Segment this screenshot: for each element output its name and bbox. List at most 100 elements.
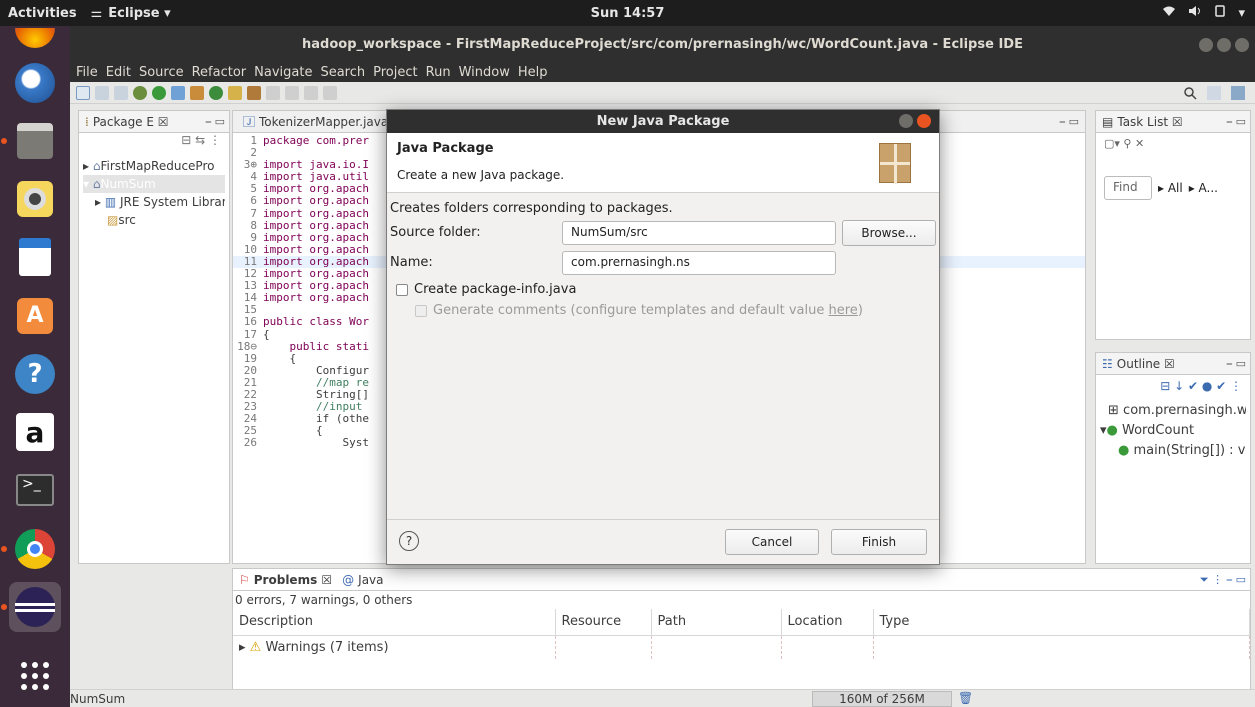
generate-comments-checkbox[interactable]: Generate comments (configure templates a… — [415, 303, 863, 318]
problems-view-controls[interactable]: ⏷ ⋮ ⎯ ▭ — [1200, 573, 1246, 587]
java-perspective-icon[interactable] — [1231, 86, 1245, 100]
save-all-icon[interactable] — [114, 85, 128, 100]
javadoc-icon: @ — [342, 572, 355, 587]
dock-show-applications[interactable] — [9, 652, 61, 701]
dock-files[interactable] — [1, 116, 61, 165]
view-menu-icon[interactable]: ⋮ — [209, 133, 221, 147]
column-path[interactable]: Path — [651, 609, 782, 636]
maximize-button[interactable] — [1217, 38, 1231, 52]
dock-writer[interactable] — [9, 233, 61, 282]
back-icon[interactable] — [285, 85, 299, 100]
run-icon[interactable] — [152, 85, 166, 100]
link-editor-icon[interactable]: ⇆ — [195, 133, 205, 147]
column-location[interactable]: Location — [781, 609, 874, 636]
window-titlebar[interactable]: hadoop_workspace - FirstMapReduceProject… — [70, 26, 1255, 62]
help-icon[interactable]: ? — [399, 531, 419, 551]
menu-search[interactable]: Search — [320, 65, 365, 80]
package-explorer-tab[interactable]: ⁞ Package E ☒ ⎯ ▭ — [79, 111, 229, 133]
system-tray[interactable]: ▾ — [1162, 5, 1245, 21]
open-type-icon[interactable] — [228, 85, 242, 100]
dock-software[interactable]: A — [9, 291, 61, 340]
dock-help[interactable]: ? — [9, 349, 61, 398]
outline-filter-icons[interactable]: ⊟ ↓ ✔ ● ✔ ⋮ — [1160, 379, 1242, 393]
collapse-all-icon[interactable]: ⊟ — [181, 133, 191, 147]
dock-rhythmbox[interactable] — [9, 174, 61, 223]
tree-item-src[interactable]: ▨src — [83, 211, 225, 229]
browse-button[interactable]: Browse... — [842, 220, 936, 246]
configure-here-link[interactable]: here — [829, 303, 858, 318]
table-row[interactable]: ▸ ⚠ Warnings (7 items) — [233, 635, 1250, 659]
menu-navigate[interactable]: Navigate — [254, 65, 312, 80]
outline-tab[interactable]: ☷ Outline ☒ ⎯ ▭ — [1096, 353, 1250, 375]
menu-run[interactable]: Run — [426, 65, 451, 80]
editor-tab-tokenizer[interactable]: 🄹 TokenizerMapper.java — [237, 113, 394, 130]
new-task-icon[interactable]: ▢▾ — [1104, 137, 1120, 150]
debug-icon[interactable] — [133, 85, 147, 100]
dock-amazon[interactable]: a — [9, 408, 61, 457]
menu-project[interactable]: Project — [373, 65, 417, 80]
activities-button[interactable]: Activities — [0, 6, 85, 21]
view-controls[interactable]: ⎯ ▭ — [1227, 115, 1246, 129]
view-controls[interactable]: ⎯ ▭ — [1227, 357, 1246, 371]
column-type[interactable]: Type — [873, 609, 1250, 636]
view-controls[interactable]: ⎯ ▭ — [206, 115, 225, 129]
menu-edit[interactable]: Edit — [106, 65, 131, 80]
filter-activate-link[interactable]: ▸ A... — [1189, 181, 1218, 195]
expand-icon[interactable]: ▸ — [239, 640, 246, 655]
tab-javadoc[interactable]: @ Java — [342, 573, 383, 587]
column-description[interactable]: Description — [233, 609, 556, 636]
heap-status[interactable]: 160M of 256M — [812, 691, 952, 707]
editor-view-controls[interactable]: ⎯ ▭ — [1060, 115, 1079, 129]
finish-button[interactable]: Finish — [831, 529, 927, 555]
pin-icon[interactable] — [323, 85, 337, 100]
dialog-description: Creates folders corresponding to package… — [390, 201, 673, 216]
dock-firefox[interactable] — [9, 28, 61, 49]
search-icon[interactable] — [247, 85, 261, 100]
dialog-maximize-button[interactable] — [899, 114, 913, 128]
menu-window[interactable]: Window — [459, 65, 510, 80]
clock[interactable]: Sun 14:57 — [0, 6, 1255, 21]
dock-chrome[interactable] — [1, 524, 61, 573]
code-text: package com.prer — [263, 134, 369, 147]
new-package-icon[interactable] — [190, 85, 204, 100]
tab-problems[interactable]: ⚐ Problems ☒ — [239, 573, 332, 587]
help-icon: ? — [15, 353, 55, 394]
app-menu[interactable]: ⚌ Eclipse ▾ — [85, 6, 177, 21]
menu-refactor[interactable]: Refactor — [192, 65, 247, 80]
dock-terminal[interactable]: >_ — [9, 466, 61, 515]
collapse-icon[interactable]: ✕ — [1135, 137, 1144, 150]
outline-item-method[interactable]: ● main(String[]) : vc — [1100, 441, 1246, 461]
filter-all-link[interactable]: ▸ All — [1158, 181, 1183, 195]
save-icon[interactable] — [95, 85, 109, 100]
minimize-button[interactable] — [1199, 38, 1213, 52]
dock-eclipse[interactable] — [1, 582, 61, 632]
menu-file[interactable]: File — [76, 65, 98, 80]
filter-icon[interactable]: ⚲ — [1123, 137, 1131, 150]
tree-item-firstmapreduce[interactable]: ▸ ⌂FirstMapReducePro — [83, 157, 225, 175]
outline-item-package[interactable]: ⊞ com.prernasingh.wc — [1100, 401, 1246, 421]
column-resource[interactable]: Resource — [555, 609, 652, 636]
cancel-button[interactable]: Cancel — [725, 529, 819, 555]
menu-help[interactable]: Help — [518, 65, 548, 80]
new-icon[interactable] — [76, 85, 90, 100]
close-button[interactable] — [1235, 38, 1249, 52]
task-find-input[interactable]: Find — [1104, 176, 1152, 200]
dialog-titlebar[interactable]: New Java Package — [387, 110, 939, 133]
quick-access-search-icon[interactable] — [1183, 86, 1197, 103]
forward-icon[interactable] — [304, 85, 318, 100]
tree-item-numsum[interactable]: ▾ ⌂NumSum — [83, 175, 225, 193]
create-package-info-checkbox[interactable]: Create package-info.java — [396, 282, 576, 297]
menu-source[interactable]: Source — [139, 65, 184, 80]
new-class-icon[interactable] — [209, 85, 223, 100]
dock-thunderbird[interactable] — [9, 58, 61, 107]
new-java-project-icon[interactable] — [171, 85, 185, 100]
annotation-icon[interactable] — [266, 85, 280, 100]
source-folder-input[interactable]: NumSum/src — [562, 221, 836, 245]
open-perspective-icon[interactable] — [1207, 86, 1221, 100]
package-name-input[interactable]: com.prernasingh.ns — [562, 251, 836, 275]
dialog-close-button[interactable] — [917, 114, 931, 128]
tree-item-jre[interactable]: ▸ ▥ JRE System Librar — [83, 193, 225, 211]
outline-item-class[interactable]: ▾● WordCount — [1100, 421, 1246, 441]
gc-trash-icon[interactable]: 🗑 — [958, 691, 973, 705]
task-list-tab[interactable]: ▤ Task List ☒ ⎯ ▭ — [1096, 111, 1250, 133]
